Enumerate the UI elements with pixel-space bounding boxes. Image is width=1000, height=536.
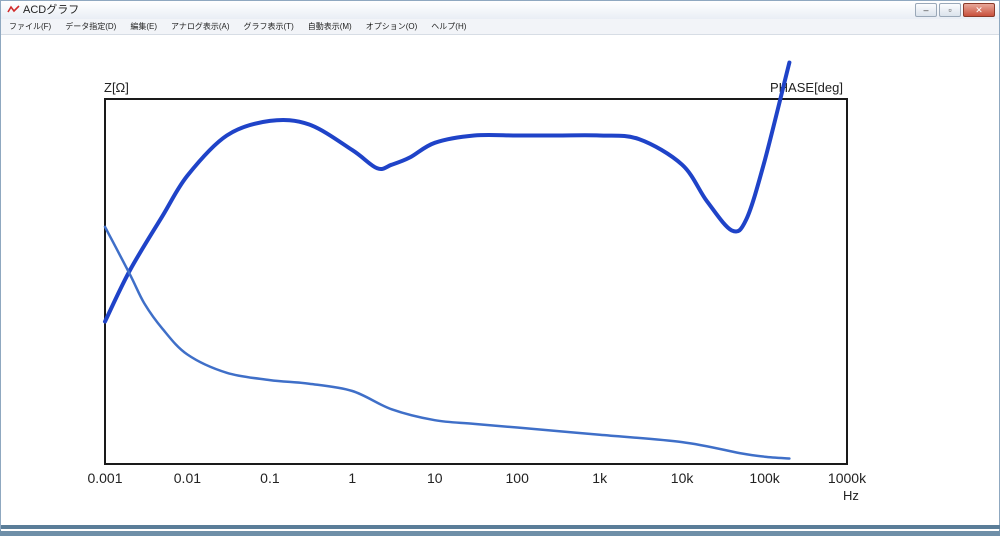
x-tick-label: 0.1 [260, 470, 280, 486]
x-axis-unit: Hz [843, 488, 859, 503]
x-tick-label: 1000k [828, 470, 867, 486]
window-bottom-edge [1, 525, 1000, 529]
menu-bar: ファイル(F) データ指定(D) 編集(E) アナログ表示(A) グラフ表示(T… [1, 19, 999, 35]
app-window: ACDグラフ – ▫ ✕ ファイル(F) データ指定(D) 編集(E) アナログ… [0, 0, 1000, 531]
x-tick-label: 0.001 [87, 470, 122, 486]
maximize-button[interactable]: ▫ [939, 3, 961, 17]
x-tick-label: 1 [348, 470, 356, 486]
window-title: ACDグラフ [23, 4, 80, 16]
close-button[interactable]: ✕ [963, 3, 995, 17]
menu-help[interactable]: ヘルプ(H) [431, 21, 466, 32]
impedance-phase-chart: Z[Ω] PHASE[deg] 0.001 0.01 0.1 1 10 100 1k 10k 1… [87, 60, 867, 503]
window-controls: – ▫ ✕ [915, 3, 995, 17]
menu-options[interactable]: オプション(O) [366, 21, 418, 32]
series-line-phase [103, 60, 792, 324]
menu-graph-view[interactable]: グラフ表示(T) [244, 21, 294, 32]
series-line-impedance [103, 225, 791, 460]
x-tick-label: 100k [749, 470, 780, 486]
x-tick-label: 0.01 [174, 470, 201, 486]
title-bar[interactable]: ACDグラフ – ▫ ✕ [1, 1, 999, 20]
minimize-button[interactable]: – [915, 3, 937, 17]
menu-edit[interactable]: 編集(E) [130, 21, 157, 32]
app-icon [7, 5, 20, 13]
x-tick-label: 1k [592, 470, 608, 486]
menu-file[interactable]: ファイル(F) [9, 21, 51, 32]
y-axis-label-left: Z[Ω] [104, 80, 129, 95]
graph-area: Z[Ω] PHASE[deg] 0.001 0.01 0.1 1 10 100 1k 10k 1… [1, 36, 999, 531]
menu-analog-view[interactable]: アナログ表示(A) [171, 21, 230, 32]
menu-auto-view[interactable]: 自動表示(M) [308, 21, 352, 32]
x-tick-label: 10k [671, 470, 695, 486]
menu-data-select[interactable]: データ指定(D) [65, 21, 116, 32]
x-tick-label: 100 [506, 470, 530, 486]
x-tick-label: 10 [427, 470, 443, 486]
plot-frame [104, 98, 848, 465]
